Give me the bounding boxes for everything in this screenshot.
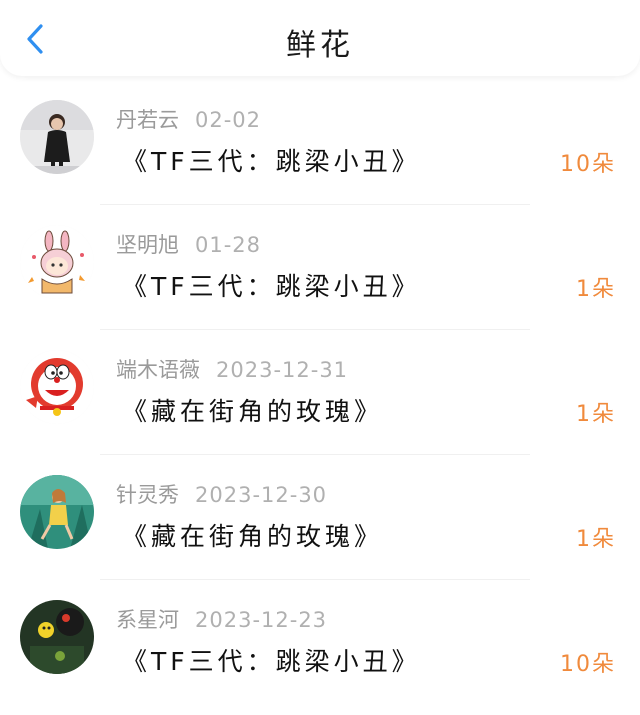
list-item[interactable]: 坚明旭 01-28 《TF三代：跳梁小丑》 1朵 bbox=[0, 215, 640, 340]
page-title: 鲜花 bbox=[286, 28, 354, 63]
list-item[interactable]: 针灵秀 2023-12-30 《藏在街角的玫瑰》 1朵 bbox=[0, 465, 640, 590]
song-title: 《藏在街角的玫瑰》 bbox=[122, 522, 384, 551]
song-title: 《TF三代：跳梁小丑》 bbox=[122, 147, 421, 176]
avatar[interactable] bbox=[20, 350, 94, 424]
user-name: 端木语薇 bbox=[116, 358, 200, 382]
avatar[interactable] bbox=[20, 225, 94, 299]
date: 2023-12-31 bbox=[216, 358, 349, 382]
date: 2023-12-30 bbox=[195, 483, 328, 507]
flower-count: 1朵 bbox=[576, 277, 616, 302]
date: 2023-12-23 bbox=[195, 608, 328, 632]
user-name: 针灵秀 bbox=[116, 483, 179, 507]
flower-count: 10朵 bbox=[560, 152, 616, 177]
flower-count: 1朵 bbox=[576, 402, 616, 427]
list-item[interactable]: 系星河 2023-12-23 《TF三代：跳梁小丑》 10朵 bbox=[0, 590, 640, 715]
divider bbox=[100, 579, 530, 580]
song-title: 《藏在街角的玫瑰》 bbox=[122, 397, 384, 426]
avatar[interactable] bbox=[20, 100, 94, 174]
user-name: 丹若云 bbox=[116, 108, 179, 132]
user-name: 系星河 bbox=[116, 608, 179, 632]
flower-count: 1朵 bbox=[576, 527, 616, 552]
divider bbox=[100, 454, 530, 455]
date: 01-28 bbox=[195, 233, 262, 257]
avatar[interactable] bbox=[20, 600, 94, 674]
divider bbox=[100, 329, 530, 330]
avatar[interactable] bbox=[20, 475, 94, 549]
song-title: 《TF三代：跳梁小丑》 bbox=[122, 647, 421, 676]
user-name: 坚明旭 bbox=[116, 233, 179, 257]
song-title: 《TF三代：跳梁小丑》 bbox=[122, 272, 421, 301]
divider bbox=[100, 204, 530, 205]
flower-count: 10朵 bbox=[560, 652, 616, 677]
list-item[interactable]: 端木语薇 2023-12-31 《藏在街角的玫瑰》 1朵 bbox=[0, 340, 640, 465]
list-item[interactable]: 丹若云 02-02 《TF三代：跳梁小丑》 10朵 bbox=[0, 90, 640, 215]
date: 02-02 bbox=[195, 108, 262, 132]
flower-list: 丹若云 02-02 《TF三代：跳梁小丑》 10朵 坚明旭 01-28 《TF三… bbox=[0, 90, 640, 715]
top-bar: 鲜花 bbox=[0, 0, 640, 76]
